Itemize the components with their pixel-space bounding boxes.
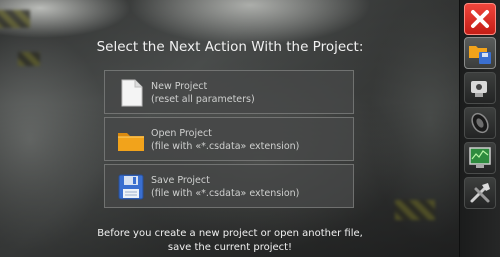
warning-stripe: [0, 10, 30, 28]
menu-item-title: Save Project: [151, 175, 210, 186]
menu-item-description: (file with «*.csdata» extension): [151, 188, 300, 199]
close-button[interactable]: [464, 3, 496, 35]
close-icon: [471, 10, 489, 28]
diagnostics-monitor-button[interactable]: [464, 142, 496, 174]
open-project-label: Open Project (file with «*.csdata» exten…: [151, 127, 299, 153]
footer-line: save the current project!: [167, 242, 293, 253]
tire-button[interactable]: [464, 107, 496, 139]
menu-item-title: Open Project: [151, 128, 212, 139]
folder-icon: [116, 125, 146, 155]
warning-stripe: [395, 200, 435, 220]
save-warning-note: Before you create a new project or open …: [0, 227, 460, 255]
menu-item-title: New Project: [151, 81, 208, 92]
folder-save-icon: [469, 46, 491, 64]
camera-icon: [471, 81, 487, 97]
open-project-button[interactable]: Open Project (file with «*.csdata» exten…: [104, 117, 354, 161]
monitor-chart-icon: [469, 147, 491, 168]
floppy-disk-icon: [116, 172, 146, 202]
camera-button[interactable]: [464, 72, 496, 104]
tire-icon: [471, 112, 489, 134]
tools-icon: [470, 183, 490, 203]
tools-button[interactable]: [464, 177, 496, 209]
save-project-button[interactable]: Save Project (file with «*.csdata» exten…: [104, 164, 354, 208]
right-toolbar: [459, 0, 500, 257]
menu-item-description: (file with «*.csdata» extension): [151, 141, 300, 152]
dialog-title: Select the Next Action With the Project:: [96, 39, 364, 55]
menu-item-description: (reset all parameters): [151, 94, 255, 105]
new-project-label: New Project (reset all parameters): [151, 80, 255, 106]
blank-document-icon: [116, 78, 146, 108]
footer-line: Before you create a new project or open …: [97, 228, 363, 239]
project-files-button[interactable]: [464, 37, 496, 69]
save-project-label: Save Project (file with «*.csdata» exten…: [151, 174, 299, 200]
new-project-button[interactable]: New Project (reset all parameters): [104, 70, 354, 114]
